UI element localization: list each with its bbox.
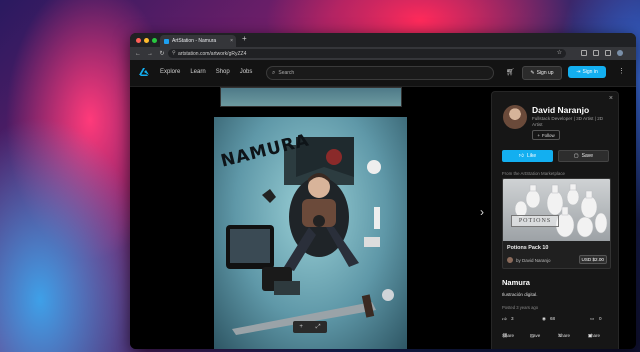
cart-icon[interactable]: 🛒︎: [506, 68, 515, 76]
browser-toolbar: [581, 50, 632, 56]
sign-in-label: Sign in: [582, 69, 598, 75]
search-input[interactable]: [278, 70, 479, 76]
artstation-favicon-icon: [164, 38, 169, 44]
product-image-label: POTIONS: [511, 215, 559, 227]
site-info-icon[interactable]: ⚲: [172, 50, 176, 56]
save-button[interactable]: ▢ Save: [558, 150, 609, 162]
thumbs-up-icon: 👍︎: [518, 153, 525, 159]
image-toolbar: + ⤢: [293, 321, 327, 333]
tab-title: ArtStation - Namura: [172, 38, 217, 44]
tab-close-icon[interactable]: ×: [230, 38, 233, 44]
comments-count: 0: [599, 316, 602, 321]
sign-in-icon: ⇥: [576, 69, 581, 75]
nav-learn[interactable]: Learn: [190, 69, 205, 75]
artwork-description: Ilustración digital.: [502, 292, 538, 297]
sign-up-label: Sign up: [536, 70, 554, 76]
share-x-label: Share: [558, 333, 571, 338]
artwork-image[interactable]: NAMURA: [214, 117, 407, 349]
more-options-icon[interactable]: ⋮: [618, 67, 625, 75]
save-label: Save: [581, 153, 594, 159]
split-view-icon[interactable]: [593, 50, 599, 56]
sign-in-button[interactable]: ⇥ Sign in: [568, 66, 606, 78]
marketplace-heading: From the ArtStation Marketplace: [502, 171, 565, 176]
likes-icon: 👍︎: [502, 316, 507, 321]
share-other-label: Share: [588, 333, 601, 338]
site-header: Explore Learn Shop Jobs ⌕ 🛒︎ ✎ Sign up ⇥…: [130, 60, 636, 87]
close-window-button[interactable]: [136, 37, 141, 43]
save-share-label: Save: [530, 333, 541, 338]
fullscreen-icon[interactable]: ⤢: [316, 324, 321, 331]
site-nav: Explore Learn Shop Jobs: [160, 69, 252, 75]
seller-name[interactable]: by David Naranjo: [516, 258, 551, 263]
share-label: Share: [502, 333, 515, 338]
browser-window: ArtStation - Namura × + ← → ↻ ⚲ artstati…: [130, 33, 636, 349]
artwork-viewer: NAMURA + ⤢ › × David Naranjo Fullstack D…: [130, 87, 636, 349]
previous-artwork-image[interactable]: [220, 87, 402, 107]
search-icon: ⌕: [272, 69, 276, 76]
browser-menu-icon[interactable]: [629, 50, 632, 56]
posted-date: Posted 3 years ago: [502, 305, 539, 310]
address-bar[interactable]: ⚲ artstation.com/artwork/gRyZZ4 ☆: [168, 49, 566, 58]
nav-jobs[interactable]: Jobs: [240, 69, 253, 75]
like-button[interactable]: 👍︎ Like: [502, 150, 553, 162]
product-title[interactable]: Potions Pack 10: [507, 245, 548, 251]
add-user-icon: +: [537, 132, 540, 138]
product-image: POTIONS: [503, 179, 610, 241]
like-label: Like: [527, 153, 537, 159]
product-price-badge: USD $2.00: [578, 255, 607, 264]
close-panel-icon[interactable]: ×: [609, 95, 613, 102]
comments-icon: ▭: [590, 316, 595, 321]
profile-avatar-icon[interactable]: [617, 50, 623, 56]
next-artwork-chevron-icon[interactable]: ›: [480, 205, 484, 219]
follow-button[interactable]: + Follow: [532, 130, 560, 140]
artwork-info-panel: × David Naranjo Fullstack Developer | 3D…: [491, 91, 619, 349]
zoom-icon[interactable]: +: [299, 324, 303, 330]
follow-label: Follow: [541, 132, 555, 138]
download-icon[interactable]: [605, 50, 611, 56]
likes-count: 3: [511, 316, 514, 321]
artwork-title: Namura: [502, 278, 530, 287]
marketplace-product-card[interactable]: POTIONS Potions Pack 10 by David Naranjo…: [502, 178, 611, 269]
minimize-window-button[interactable]: [144, 37, 149, 43]
tab-strip: ArtStation - Namura × +: [130, 33, 636, 47]
back-icon[interactable]: ←: [134, 51, 142, 57]
forward-icon[interactable]: →: [146, 51, 154, 57]
sign-up-button[interactable]: ✎ Sign up: [522, 66, 562, 80]
artist-avatar[interactable]: [503, 105, 527, 129]
artist-name[interactable]: David Naranjo: [532, 105, 589, 115]
search-box[interactable]: ⌕: [266, 66, 494, 80]
reload-icon[interactable]: ↻: [158, 50, 166, 57]
bookmark-star-icon[interactable]: ☆: [557, 49, 562, 56]
artist-bio: Fullstack Developer | 3D Artist | 2D Art…: [532, 116, 604, 127]
product-seller: by David Naranjo: [507, 257, 551, 263]
extensions-icon[interactable]: [581, 50, 587, 56]
views-count: 68: [550, 316, 556, 321]
potion-bottles-graphic: [514, 183, 608, 238]
browser-tab[interactable]: ArtStation - Namura ×: [160, 35, 236, 47]
url-text: artstation.com/artwork/gRyZZ4: [178, 50, 247, 57]
nav-explore[interactable]: Explore: [160, 69, 180, 75]
address-bar-row: ← → ↻ ⚲ artstation.com/artwork/gRyZZ4 ☆: [130, 47, 636, 60]
new-tab-button[interactable]: +: [242, 34, 247, 43]
artstation-logo-icon[interactable]: [138, 66, 150, 78]
views-icon: ◉: [542, 316, 547, 321]
nav-shop[interactable]: Shop: [216, 69, 230, 75]
bookmark-icon: ▢: [573, 153, 579, 159]
seller-avatar: [507, 257, 513, 263]
pencil-icon: ✎: [530, 70, 535, 76]
maximize-window-button[interactable]: [152, 37, 157, 43]
